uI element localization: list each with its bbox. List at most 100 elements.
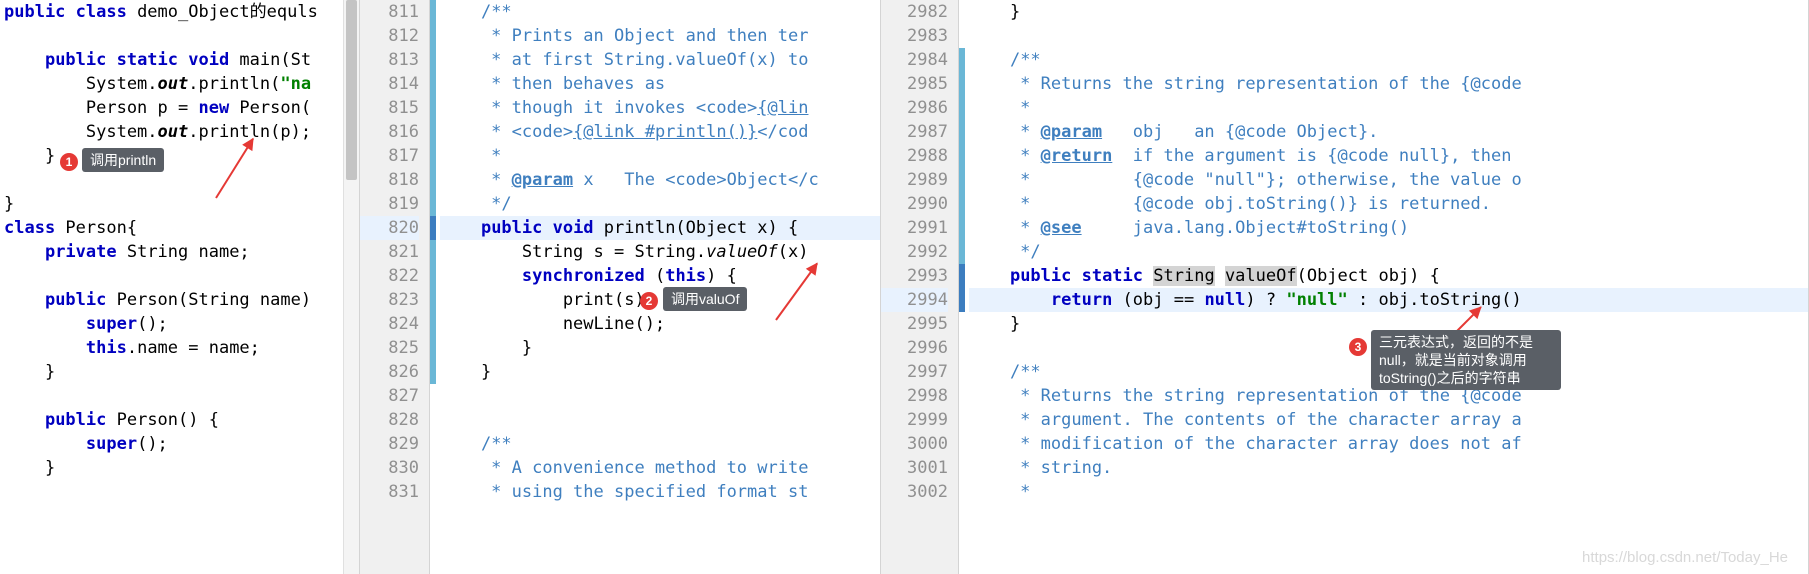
change-marker (959, 240, 965, 264)
code-line[interactable]: * (969, 96, 1808, 120)
code-line[interactable]: super(); (4, 312, 359, 336)
code-line[interactable]: * @param obj an {@code Object}. (969, 120, 1808, 144)
line-number: 2998 (881, 384, 948, 408)
code-area-2[interactable]: /** * Prints an Object and then ter * at… (430, 0, 880, 574)
line-number: 823 (360, 288, 419, 312)
line-number: 2990 (881, 192, 948, 216)
code-line[interactable]: * using the specified format st (440, 480, 880, 504)
code-line[interactable]: } (4, 456, 359, 480)
change-marker (959, 48, 965, 72)
code-line[interactable] (440, 408, 880, 432)
code-line[interactable]: * @param x The <code>Object</c (440, 168, 880, 192)
code-line[interactable]: private String name; (4, 240, 359, 264)
annotation-tooltip-2: 调用valuOf (663, 287, 747, 311)
code-line[interactable]: */ (440, 192, 880, 216)
code-line[interactable]: /** (969, 48, 1808, 72)
code-line[interactable]: super(); (4, 432, 359, 456)
annotation-badge-3: 3 (1349, 338, 1367, 356)
line-number: 829 (360, 432, 419, 456)
code-line[interactable]: * {@code obj.toString()} is returned. (969, 192, 1808, 216)
scrollbar-1[interactable] (343, 0, 359, 574)
code-line[interactable]: * (440, 144, 880, 168)
code-line[interactable]: public void println(Object x) { (440, 216, 880, 240)
line-number: 2995 (881, 312, 948, 336)
line-number: 2994 (881, 288, 948, 312)
line-number: 2987 (881, 120, 948, 144)
code-line[interactable]: System.out.println("na (4, 72, 359, 96)
code-line[interactable]: return (obj == null) ? "null" : obj.toSt… (969, 288, 1808, 312)
code-line[interactable]: print(s); (440, 288, 880, 312)
code-line[interactable]: * then behaves as (440, 72, 880, 96)
code-line[interactable] (4, 264, 359, 288)
code-line[interactable]: } (440, 336, 880, 360)
change-marker (430, 216, 436, 240)
code-line[interactable]: * Returns the string representation of t… (969, 72, 1808, 96)
change-marker (959, 120, 965, 144)
code-line[interactable] (4, 24, 359, 48)
code-line[interactable]: this.name = name; (4, 336, 359, 360)
code-line[interactable]: * though it invokes <code>{@lin (440, 96, 880, 120)
code-line[interactable]: public static String valueOf(Object obj)… (969, 264, 1808, 288)
line-number: 827 (360, 384, 419, 408)
code-line[interactable]: System.out.println(p); (4, 120, 359, 144)
line-number: 822 (360, 264, 419, 288)
code-line[interactable] (4, 384, 359, 408)
line-number: 2984 (881, 48, 948, 72)
annotation-tooltip-3: 三元表达式，返回的不是null，就是当前对象调用toString()之后的字符串 (1371, 330, 1561, 390)
code-line[interactable]: newLine(); (440, 312, 880, 336)
code-line[interactable]: * string. (969, 456, 1808, 480)
line-number: 814 (360, 72, 419, 96)
code-line[interactable]: } (4, 360, 359, 384)
code-line[interactable] (969, 24, 1808, 48)
line-number: 831 (360, 480, 419, 504)
code-line[interactable]: */ (969, 240, 1808, 264)
line-number: 821 (360, 240, 419, 264)
code-line[interactable]: * @return if the argument is {@code null… (969, 144, 1808, 168)
code-line[interactable]: * Prints an Object and then ter (440, 24, 880, 48)
line-number: 820 (360, 216, 419, 240)
code-line[interactable]: /** (440, 0, 880, 24)
code-area-1[interactable]: public class demo_Object的equls public st… (0, 0, 359, 574)
code-line[interactable]: } (969, 0, 1808, 24)
line-number: 2993 (881, 264, 948, 288)
annotation-badge-1: 1 (60, 153, 78, 171)
change-marker (959, 264, 965, 288)
change-marker (959, 216, 965, 240)
code-line[interactable] (440, 384, 880, 408)
editor-pane-1: public class demo_Object的equls public st… (0, 0, 360, 574)
change-marker (959, 144, 965, 168)
code-line[interactable]: public Person(String name) (4, 288, 359, 312)
line-number: 3002 (881, 480, 948, 504)
code-line[interactable]: public Person() { (4, 408, 359, 432)
code-line[interactable]: } (4, 144, 359, 168)
annotation-badge-2: 2 (640, 292, 658, 310)
code-line[interactable]: class Person{ (4, 216, 359, 240)
code-line[interactable]: * A convenience method to write (440, 456, 880, 480)
code-line[interactable]: * at first String.valueOf(x) to (440, 48, 880, 72)
line-gutter-3: 2982298329842985298629872988298929902991… (881, 0, 959, 574)
code-line[interactable]: * @see java.lang.Object#toString() (969, 216, 1808, 240)
change-marker (959, 168, 965, 192)
change-marker (959, 96, 965, 120)
code-line[interactable]: * {@code "null"}; otherwise, the value o (969, 168, 1808, 192)
code-line[interactable]: * <code>{@link #println()}</cod (440, 120, 880, 144)
change-marker (430, 240, 436, 384)
line-number: 825 (360, 336, 419, 360)
code-line[interactable]: public static void main(St (4, 48, 359, 72)
line-number: 3000 (881, 432, 948, 456)
code-line[interactable]: * modification of the character array do… (969, 432, 1808, 456)
code-line[interactable]: } (4, 192, 359, 216)
code-line[interactable] (4, 168, 359, 192)
scrollbar-thumb[interactable] (346, 0, 357, 180)
line-number: 828 (360, 408, 419, 432)
code-line[interactable]: Person p = new Person( (4, 96, 359, 120)
code-line[interactable]: public class demo_Object的equls (4, 0, 359, 24)
code-line[interactable]: * (969, 480, 1808, 504)
line-number: 2997 (881, 360, 948, 384)
code-line[interactable]: /** (440, 432, 880, 456)
code-line[interactable]: } (440, 360, 880, 384)
line-number: 818 (360, 168, 419, 192)
editor-pane-3: 2982298329842985298629872988298929902991… (881, 0, 1809, 574)
code-line[interactable]: * argument. The contents of the characte… (969, 408, 1808, 432)
code-area-3[interactable]: } /** * Returns the string representatio… (959, 0, 1808, 574)
